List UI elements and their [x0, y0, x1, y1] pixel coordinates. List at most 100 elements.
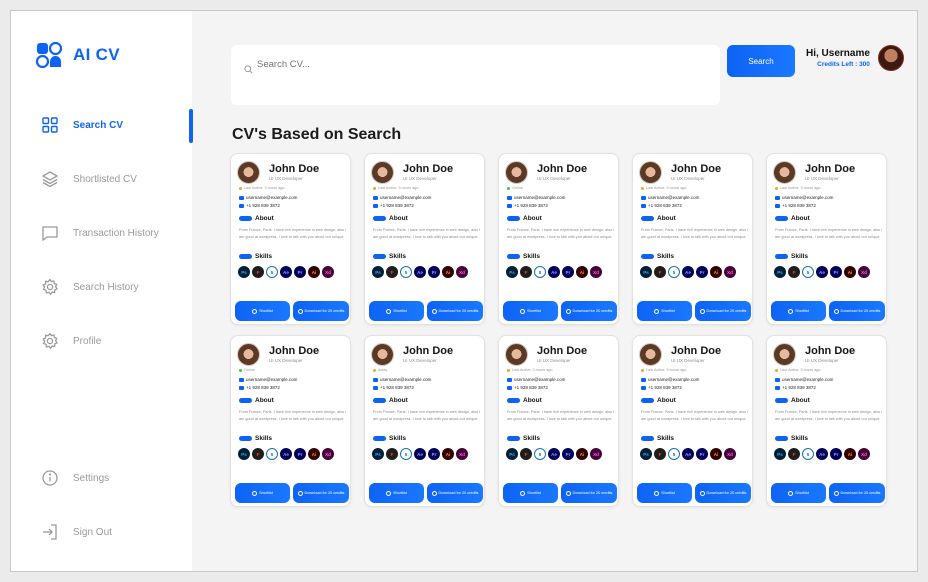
status-text: Online	[512, 186, 523, 190]
download-button[interactable]: Download for 20 credits	[829, 483, 885, 503]
shortlist-button[interactable]: Shortlist	[637, 483, 692, 503]
shortlist-button[interactable]: Shortlist	[503, 301, 558, 321]
cv-card[interactable]: John Doe UI UX Developer Last Active: 3 …	[498, 335, 619, 507]
candidate-role: UI UX Developer	[805, 358, 839, 363]
skills-list: Ps F 5 Ae Pr Ai Xd	[640, 266, 750, 278]
download-button[interactable]: Download for 20 credits	[561, 301, 617, 321]
phone-text: +1 928 839 3872	[246, 203, 280, 208]
illustrator-icon: Ai	[442, 448, 454, 460]
phone-text: +1 928 839 3872	[246, 385, 280, 390]
avatar[interactable]	[877, 45, 904, 71]
skills-heading: Skills	[239, 253, 272, 260]
css3-icon: 5	[266, 448, 278, 460]
sidebar-item-profile[interactable]: Profile	[41, 331, 191, 351]
shortlist-button[interactable]: Shortlist	[771, 483, 826, 503]
photoshop-icon: Ps	[774, 266, 786, 278]
phone-text: +1 928 839 3872	[648, 385, 682, 390]
shortlist-button[interactable]: Shortlist	[369, 301, 424, 321]
status-text: Away	[378, 368, 388, 372]
cv-card[interactable]: John Doe UI UX Developer Online username…	[498, 153, 619, 325]
cv-card[interactable]: John Doe UI UX Developer Last Active: 3 …	[632, 153, 753, 325]
cv-card[interactable]: John Doe UI UX Developer Last Active: 3 …	[766, 153, 887, 325]
candidate-photo	[237, 161, 260, 184]
cv-card[interactable]: John Doe UI UX Developer Online username…	[230, 335, 351, 507]
sidebar-item-sign-out[interactable]: Sign Out	[41, 522, 191, 542]
skills-heading: Skills	[775, 253, 808, 260]
cv-card[interactable]: John Doe UI UX Developer Away username@e…	[364, 335, 485, 507]
about-heading-label: About	[657, 397, 676, 404]
sidebar-item-settings[interactable]: Settings	[41, 468, 191, 488]
candidate-email: username@example.com	[239, 377, 297, 382]
css3-icon: 5	[802, 448, 814, 460]
ai-cv-logo-icon	[35, 41, 63, 69]
shortlist-button[interactable]: Shortlist	[235, 301, 290, 321]
candidate-role: UI UX Developer	[269, 358, 303, 363]
photoshop-icon: Ps	[238, 266, 250, 278]
bookmark-icon	[252, 490, 258, 496]
sidebar-item-search-cv[interactable]: Search CV	[41, 115, 191, 135]
download-button[interactable]: Download for 20 credits	[427, 301, 483, 321]
about-text: From France, Paris. I have rich experien…	[373, 410, 481, 421]
cv-card[interactable]: John Doe UI UX Developer Last Active: 3 …	[632, 335, 753, 507]
skills-heading: Skills	[641, 253, 674, 260]
shortlist-button[interactable]: Shortlist	[771, 301, 826, 321]
skills-heading: Skills	[373, 435, 406, 442]
figma-icon: F	[654, 448, 666, 460]
logo[interactable]: AI CV	[35, 41, 120, 69]
skills-heading-label: Skills	[657, 253, 674, 260]
after-effects-icon: Ae	[816, 448, 828, 460]
figma-icon: F	[252, 448, 264, 460]
bookmark-icon	[520, 490, 526, 496]
shortlist-button[interactable]: Shortlist	[637, 301, 692, 321]
download-icon	[431, 490, 437, 496]
download-icon	[833, 490, 839, 496]
download-icon	[833, 308, 839, 314]
phone-text: +1 928 839 3872	[380, 385, 414, 390]
download-button[interactable]: Download for 20 credits	[695, 301, 751, 321]
cv-card[interactable]: John Doe UI UX Developer Last Active: 3 …	[364, 153, 485, 325]
skills-heading: Skills	[775, 435, 808, 442]
shortlist-button[interactable]: Shortlist	[235, 483, 290, 503]
phone-text: +1 928 839 3872	[514, 203, 548, 208]
xd-icon: Xd	[456, 266, 468, 278]
download-button[interactable]: Download for 20 credits	[293, 301, 349, 321]
search-button[interactable]: Search	[727, 45, 795, 77]
download-button[interactable]: Download for 20 credits	[561, 483, 617, 503]
candidate-phone: +1 928 839 3872	[641, 203, 682, 208]
mail-icon	[775, 195, 780, 200]
cv-card[interactable]: John Doe UI UX Developer Last Active: 3 …	[230, 153, 351, 325]
shortlist-button[interactable]: Shortlist	[369, 483, 424, 503]
cv-card[interactable]: John Doe UI UX Developer Last Active: 3 …	[766, 335, 887, 507]
sidebar-item-transaction-history[interactable]: Transaction History	[41, 223, 191, 243]
mail-icon	[507, 377, 512, 382]
card-actions: Shortlist Download for 20 credits	[637, 483, 751, 503]
candidate-phone: +1 928 839 3872	[239, 203, 280, 208]
sidebar-item-shortlisted-cv[interactable]: Shortlisted CV	[41, 169, 191, 189]
download-button[interactable]: Download for 20 credits	[829, 301, 885, 321]
phone-text: +1 928 839 3872	[648, 203, 682, 208]
about-text: From France, Paris. I have rich experien…	[373, 228, 481, 239]
status-text: Last Active: 3 hours ago	[646, 186, 687, 190]
email-text: username@example.com	[514, 377, 566, 382]
illustrator-icon: Ai	[308, 266, 320, 278]
sidebar-item-search-history[interactable]: Search History	[41, 277, 191, 297]
phone-text: +1 928 839 3872	[782, 385, 816, 390]
download-button[interactable]: Download for 20 credits	[293, 483, 349, 503]
download-label: Download for 20 credits	[840, 490, 881, 495]
toggle-pill-icon	[507, 254, 520, 259]
toggle-pill-icon	[775, 436, 788, 441]
after-effects-icon: Ae	[816, 266, 828, 278]
mail-icon	[239, 377, 244, 382]
download-button[interactable]: Download for 20 credits	[427, 483, 483, 503]
status-text: Last Active: 3 hours ago	[646, 368, 687, 372]
about-text: From France, Paris. I have rich experien…	[507, 410, 615, 421]
bookmark-icon	[520, 308, 526, 314]
download-button[interactable]: Download for 20 credits	[695, 483, 751, 503]
search-input[interactable]	[257, 59, 657, 70]
skills-list: Ps F 5 Ae Pr Ai Xd	[372, 448, 482, 460]
email-text: username@example.com	[648, 195, 700, 200]
gear-icon	[41, 278, 59, 296]
premiere-icon: Pr	[696, 448, 708, 460]
premiere-icon: Pr	[830, 448, 842, 460]
shortlist-button[interactable]: Shortlist	[503, 483, 558, 503]
